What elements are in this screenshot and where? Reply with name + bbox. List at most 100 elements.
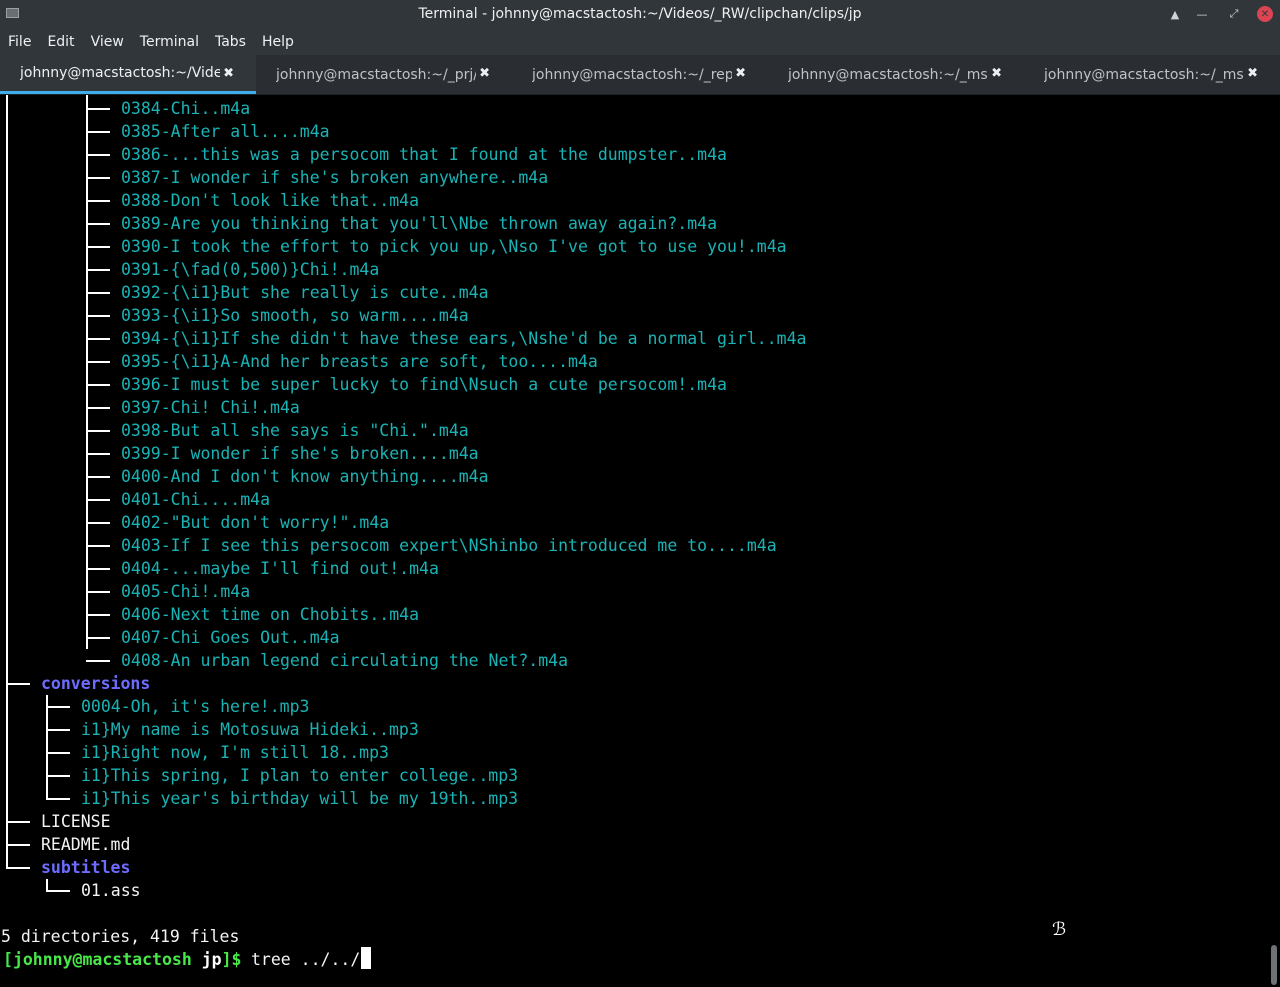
- tree-branch: [86, 568, 110, 570]
- clip-file: 0397-Chi! Chi!.m4a: [121, 398, 300, 417]
- prompt-open: [: [3, 950, 13, 969]
- tree-branch: [86, 315, 110, 317]
- tree-branch: [86, 223, 110, 225]
- tree-branch: [86, 269, 110, 271]
- converted-file: 0004-Oh, it's here!.mp3: [81, 697, 310, 716]
- tree-branch: [46, 752, 70, 754]
- tree-entry: LICENSE: [0, 810, 111, 833]
- menu-edit[interactable]: Edit: [39, 34, 82, 50]
- tree-summary: 5 directories, 419 files: [1, 927, 240, 946]
- clip-file: 0392-{\i1}But she really is cute..m4a: [121, 283, 489, 302]
- terminal-scrollbar[interactable]: [1268, 95, 1280, 987]
- tree-branch: [86, 108, 110, 110]
- clip-file: 0388-Don't look like that..m4a: [121, 191, 420, 210]
- clip-file: 0407-Chi Goes Out..m4a: [121, 628, 340, 647]
- tab-msc-1[interactable]: johnny@macstactosh:~/_msc/_... ✖: [768, 55, 1024, 94]
- tree-branch: [86, 637, 110, 639]
- tree-branch: [86, 246, 110, 248]
- tab-close-icon[interactable]: ✖: [1247, 66, 1258, 81]
- converted-file: i1}Right now, I'm still 18..mp3: [81, 743, 389, 762]
- menu-terminal[interactable]: Terminal: [132, 34, 207, 50]
- tree-branch: [86, 154, 110, 156]
- tree-branch: [46, 775, 70, 777]
- tree-branch: [86, 545, 110, 547]
- maximize-icon[interactable]: ⤢: [1225, 5, 1243, 23]
- scrollbar-thumb[interactable]: [1271, 945, 1277, 985]
- clip-file: 0408-An urban legend circulating the Net…: [121, 651, 569, 670]
- tab-label: johnny@macstactosh:~/_msc/_...: [1044, 66, 1244, 83]
- tab-label: johnny@macstactosh:~/_msc/_...: [788, 66, 988, 83]
- tree-branch: [86, 591, 110, 593]
- summary-line: 5 directories, 419 files: [0, 925, 239, 948]
- terminal-output[interactable]: 0384-Chi..m4a 0385-After all....m4a 0386-.…: [0, 95, 1268, 987]
- menu-view[interactable]: View: [83, 34, 132, 50]
- tree-entry: README.md: [0, 833, 130, 856]
- prompt-userhost: johnny@macstactosh: [12, 950, 192, 969]
- tree-branch: [86, 384, 110, 386]
- clip-file: 0390-I took the effort to pick you up,\N…: [121, 237, 787, 256]
- tree-branch: [86, 614, 110, 616]
- tree-branch: [86, 660, 110, 662]
- title-bar[interactable]: Terminal - johnny@macstactosh:~/Videos/_…: [0, 0, 1280, 29]
- tree-conversions-line: [46, 695, 48, 799]
- ibeam-cursor-icon: ℬ: [1052, 919, 1067, 940]
- clip-file: 0399-I wonder if she's broken....m4a: [121, 444, 479, 463]
- dir-subtitles: subtitles: [41, 858, 131, 877]
- menu-file[interactable]: File: [0, 34, 39, 50]
- tab-label: johnny@macstactosh:~/Videos...: [20, 65, 220, 81]
- tab-close-icon[interactable]: ✖: [735, 66, 746, 81]
- clip-file: 0405-Chi!.m4a: [121, 582, 251, 601]
- menu-bar: File Edit View Terminal Tabs Help: [0, 29, 1280, 55]
- close-window-icon[interactable]: ✕: [1257, 6, 1273, 22]
- tree-entry: conversions: [0, 672, 150, 695]
- tab-msc-2[interactable]: johnny@macstactosh:~/_msc/_... ✖: [1024, 55, 1280, 94]
- converted-file: i1}My name is Motosuwa Hideki..mp3: [81, 720, 419, 739]
- tab-label: johnny@macstactosh:~/_prj/te...: [276, 66, 476, 83]
- tab-repo[interactable]: johnny@macstactosh:~/_repo/... ✖: [512, 55, 768, 94]
- clip-file: 0387-I wonder if she's broken anywhere..…: [121, 168, 549, 187]
- tab-videos[interactable]: johnny@macstactosh:~/Videos... ✖: [0, 55, 256, 94]
- tab-close-icon[interactable]: ✖: [479, 66, 490, 81]
- tree-branch: [46, 729, 70, 731]
- file-subtitle: 01.ass: [81, 881, 141, 900]
- clip-file: 0404-...maybe I'll find out!.m4a: [121, 559, 439, 578]
- menu-help[interactable]: Help: [254, 34, 302, 50]
- prompt: [johnny@macstactosh jp]$: [3, 948, 241, 971]
- clip-file: 0385-After all....m4a: [121, 122, 330, 141]
- tab-label: johnny@macstactosh:~/_repo/...: [532, 66, 732, 83]
- clip-file: 0400-And I don't know anything....m4a: [121, 467, 489, 486]
- keep-above-icon[interactable]: ▲: [1166, 5, 1184, 23]
- converted-file: i1}This year's birthday will be my 19th.…: [81, 789, 519, 808]
- tree-branch: [86, 499, 110, 501]
- prompt-line[interactable]: [johnny@macstactosh jp]$ tree ../../: [0, 948, 360, 971]
- tree-branch: [86, 453, 110, 455]
- tree-branch: [86, 476, 110, 478]
- prompt-cwd: jp: [201, 950, 222, 969]
- minimize-icon[interactable]: —: [1193, 5, 1211, 23]
- clip-file: 0395-{\i1}A-And her breasts are soft, to…: [121, 352, 598, 371]
- tab-close-icon[interactable]: ✖: [991, 66, 1002, 81]
- window-title: Terminal - johnny@macstactosh:~/Videos/_…: [418, 6, 862, 22]
- tab-close-icon[interactable]: ✖: [223, 66, 234, 81]
- tree-branch: [86, 200, 110, 202]
- clip-file: 0386-...this was a persocom that I found…: [121, 145, 727, 164]
- clip-file: 0396-I must be super lucky to find\Nsuch…: [121, 375, 727, 394]
- clip-file: 0398-But all she says is "Chi.".m4a: [121, 421, 469, 440]
- clip-file: 0403-If I see this persocom expert\NShin…: [121, 536, 777, 555]
- file-readme: README.md: [41, 835, 131, 854]
- tab-prj[interactable]: johnny@macstactosh:~/_prj/te... ✖: [256, 55, 512, 94]
- file-license: LICENSE: [41, 812, 111, 831]
- tree-branch: [46, 706, 70, 708]
- tree-entry: 01.ass: [0, 879, 141, 902]
- tree-branch: [86, 131, 110, 133]
- clip-file: 0402-"But don't worry!".m4a: [121, 513, 390, 532]
- tab-bar: johnny@macstactosh:~/Videos... ✖ johnny@…: [0, 55, 1280, 95]
- tree-branch: [86, 361, 110, 363]
- clip-file: 0401-Chi....m4a: [121, 490, 271, 509]
- command-input[interactable]: tree ../../: [251, 948, 360, 971]
- clip-file: 0384-Chi..m4a: [121, 99, 251, 118]
- tree-branch: [86, 177, 110, 179]
- menu-tabs[interactable]: Tabs: [207, 34, 254, 50]
- tree-branch: [46, 798, 70, 800]
- tree-branch: [86, 338, 110, 340]
